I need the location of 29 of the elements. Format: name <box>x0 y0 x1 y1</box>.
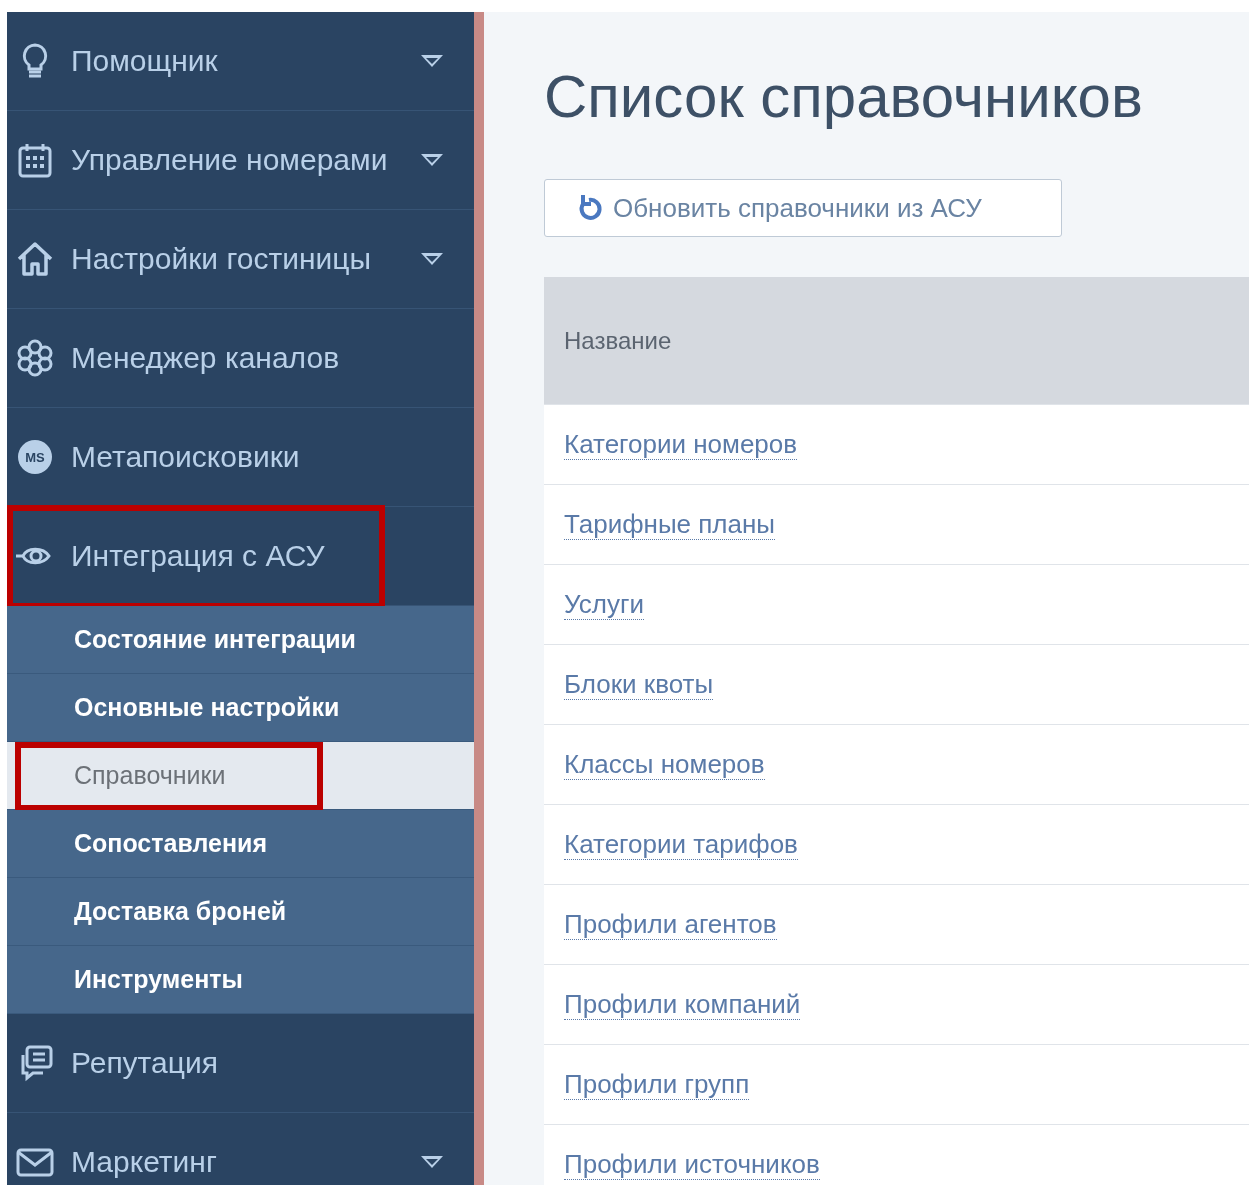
table-link[interactable]: Профили источников <box>564 1149 820 1180</box>
submenu-item[interactable]: Доставка броней <box>7 878 474 946</box>
sidebar-item[interactable]: Репутация <box>7 1014 474 1113</box>
refresh-button[interactable]: Обновить справочники из АСУ <box>544 179 1062 237</box>
sidebar-item[interactable]: MS Метапоисковики <box>7 408 474 507</box>
house-icon <box>15 239 55 279</box>
sidebar-item[interactable]: Маркетинг <box>7 1113 474 1185</box>
submenu-item[interactable]: Инструменты <box>7 946 474 1014</box>
table-link[interactable]: Профили агентов <box>564 909 777 940</box>
sidebar-item[interactable]: Помощник <box>7 12 474 111</box>
submenu-item[interactable]: Сопоставления <box>7 810 474 878</box>
table-link[interactable]: Блоки квоты <box>564 669 714 700</box>
table-link[interactable]: Тарифные планы <box>564 509 776 540</box>
page-title: Список справочников <box>544 62 1144 131</box>
flower-icon <box>15 338 55 378</box>
sidebar-item[interactable]: Менеджер каналов <box>7 309 474 408</box>
sidebar-item[interactable]: Настройки гостиницы <box>7 210 474 309</box>
column-header: Название <box>544 277 1249 405</box>
submenu-item[interactable]: Справочники <box>7 742 474 810</box>
submenu-item[interactable]: Состояние интеграции <box>7 606 474 674</box>
submenu-item[interactable]: Основные настройки <box>7 674 474 742</box>
table-link[interactable]: Классы номеров <box>564 749 765 780</box>
table-link[interactable]: Услуги <box>564 589 644 620</box>
sidebar-item[interactable]: Управление номерами <box>7 111 474 210</box>
table-link[interactable]: Категории тарифов <box>564 829 798 860</box>
table-link[interactable]: Категории номеров <box>564 429 798 460</box>
table-link[interactable]: Профили компаний <box>564 989 801 1020</box>
table-link[interactable]: Профили групп <box>564 1069 750 1100</box>
badge-icon: MS <box>15 437 55 477</box>
